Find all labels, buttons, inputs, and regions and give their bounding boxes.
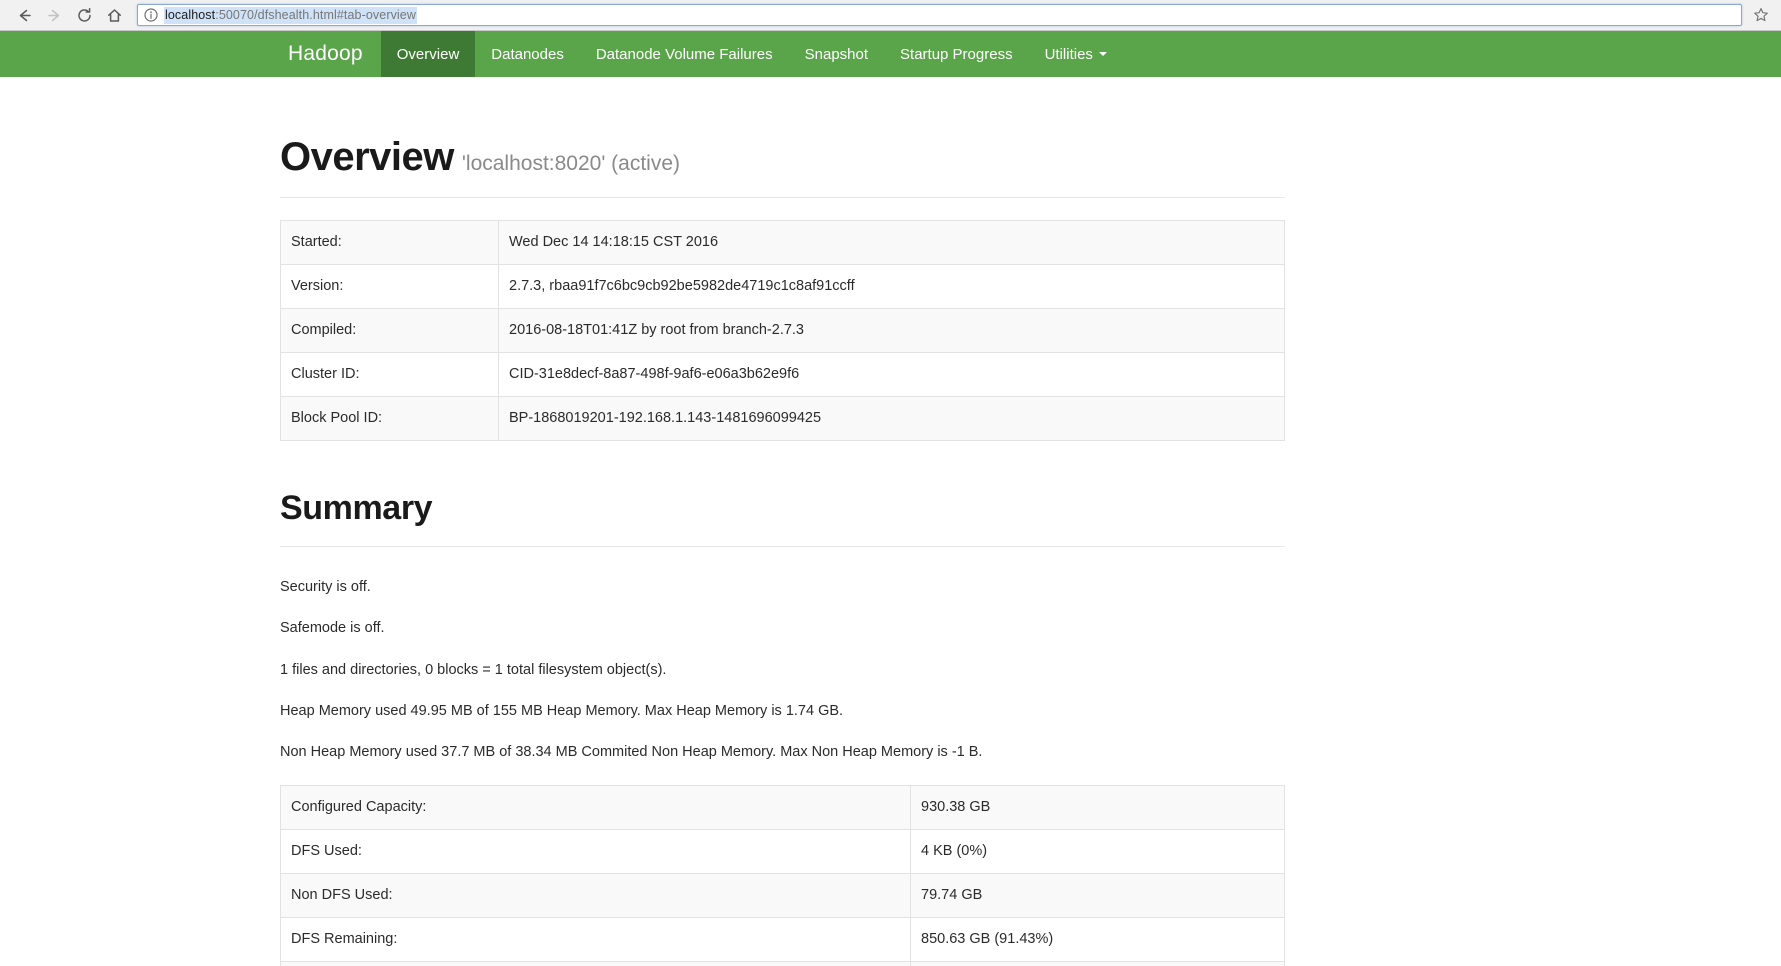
summary-key-dfs-used: DFS Used: [280,829,911,874]
browser-toolbar: localhost:50070/dfshealth.html#tab-overv… [0,0,1781,31]
url-path: :50070/dfshealth.html#tab-overview [215,7,416,22]
back-button[interactable] [9,0,39,30]
summary-text-block: Security is off. Safemode is off. 1 file… [280,577,1285,762]
title-divider [280,197,1285,198]
overview-value-cluster-id: CID-31e8decf-8a87-498f-9af6-e06a3b62e9f6 [498,352,1285,398]
nav-item-startup-progress-label: Startup Progress [900,45,1013,63]
summary-value-block-pool-used: 4 KB (0%) [910,961,1285,966]
table-row: Cluster ID: CID-31e8decf-8a87-498f-9af6-… [280,352,1285,398]
summary-line-filesystem-objects: 1 files and directories, 0 blocks = 1 to… [280,661,667,678]
summary-line-heap-memory: Heap Memory used 49.95 MB of 155 MB Heap… [280,702,844,719]
home-button[interactable] [99,0,129,30]
summary-table: Configured Capacity: 930.38 GB DFS Used:… [280,784,1285,966]
table-row: Started: Wed Dec 14 14:18:15 CST 2016 [280,220,1285,266]
overview-key-compiled: Compiled: [280,308,499,354]
nav-item-snapshot-label: Snapshot [804,45,869,63]
nav-item-utilities[interactable]: Utilities [1029,31,1123,77]
overview-key-block-pool-id: Block Pool ID: [280,396,499,441]
table-row: DFS Used: 4 KB (0%) [280,829,1285,874]
table-row: Block Pool ID: BP-1868019201-192.168.1.1… [280,396,1285,441]
nav-item-overview-label: Overview [396,45,460,63]
table-row: DFS Remaining: 850.63 GB (91.43%) [280,917,1285,962]
summary-divider [280,546,1285,548]
nav-item-startup-progress[interactable]: Startup Progress [884,31,1029,77]
address-bar-url[interactable]: localhost:50070/dfshealth.html#tab-overv… [164,6,417,24]
summary-line-security: Security is off. [280,579,371,596]
summary-key-non-dfs-used: Non DFS Used: [280,873,911,918]
table-row: Compiled: 2016-08-18T01:41Z by root from… [280,308,1285,354]
summary-value-configured-capacity: 930.38 GB [910,785,1285,830]
overview-key-version: Version: [280,264,499,310]
table-row: Version: 2.7.3, rbaa91f7c6bc9cb92be5982d… [280,264,1285,310]
summary-value-non-dfs-used: 79.74 GB [910,873,1285,918]
table-row: Configured Capacity: 930.38 GB [280,785,1285,830]
site-info-icon[interactable] [144,8,158,22]
summary-value-dfs-used: 4 KB (0%) [910,829,1285,874]
overview-table: Started: Wed Dec 14 14:18:15 CST 2016 Ve… [280,220,1285,442]
bookmark-star-icon[interactable] [1750,4,1772,26]
url-host: localhost [165,7,216,22]
overview-value-compiled: 2016-08-18T01:41Z by root from branch-2.… [498,308,1285,354]
main-navbar: Hadoop Overview Datanodes Datanode Volum… [0,31,1781,77]
overview-value-version: 2.7.3, rbaa91f7c6bc9cb92be5982de4719c1c8… [498,264,1285,310]
overview-key-started: Started: [280,220,499,266]
summary-line-non-heap-memory: Non Heap Memory used 37.7 MB of 38.34 MB… [280,744,983,761]
summary-key-block-pool-used: Block Pool Used: [280,961,911,966]
nav-item-datanode-volume-failures-label: Datanode Volume Failures [595,45,773,63]
overview-value-started: Wed Dec 14 14:18:15 CST 2016 [498,220,1285,266]
nav-item-datanodes-label: Datanodes [491,45,564,63]
nav-item-datanode-volume-failures[interactable]: Datanode Volume Failures [580,31,789,77]
page-body: Overview 'localhost:8020' (active) Starte… [0,77,1781,966]
page-title-subtitle: 'localhost:8020' (active) [461,152,681,175]
summary-key-configured-capacity: Configured Capacity: [280,785,911,830]
nav-item-snapshot[interactable]: Snapshot [789,31,884,77]
summary-line-safemode: Safemode is off. [280,620,385,637]
table-row: Block Pool Used: 4 KB (0%) [280,961,1285,966]
forward-button[interactable] [39,0,69,30]
summary-title: Summary [280,489,433,528]
overview-key-cluster-id: Cluster ID: [280,352,499,398]
nav-item-overview[interactable]: Overview [380,31,476,77]
address-bar[interactable]: localhost:50070/dfshealth.html#tab-overv… [137,4,1742,26]
page-title: Overview 'localhost:8020' (active) [280,135,1285,179]
reload-button[interactable] [69,0,99,30]
summary-key-dfs-remaining: DFS Remaining: [280,917,911,962]
summary-value-dfs-remaining: 850.63 GB (91.43%) [910,917,1285,962]
table-row: Non DFS Used: 79.74 GB [280,873,1285,918]
nav-item-utilities-label: Utilities [1044,45,1093,63]
overview-value-block-pool-id: BP-1868019201-192.168.1.143-148169609942… [498,396,1285,441]
hadoop-brand[interactable]: Hadoop [270,31,381,77]
nav-item-datanodes[interactable]: Datanodes [475,31,580,77]
chevron-down-icon [1098,52,1107,56]
page-title-text: Overview [280,135,454,179]
